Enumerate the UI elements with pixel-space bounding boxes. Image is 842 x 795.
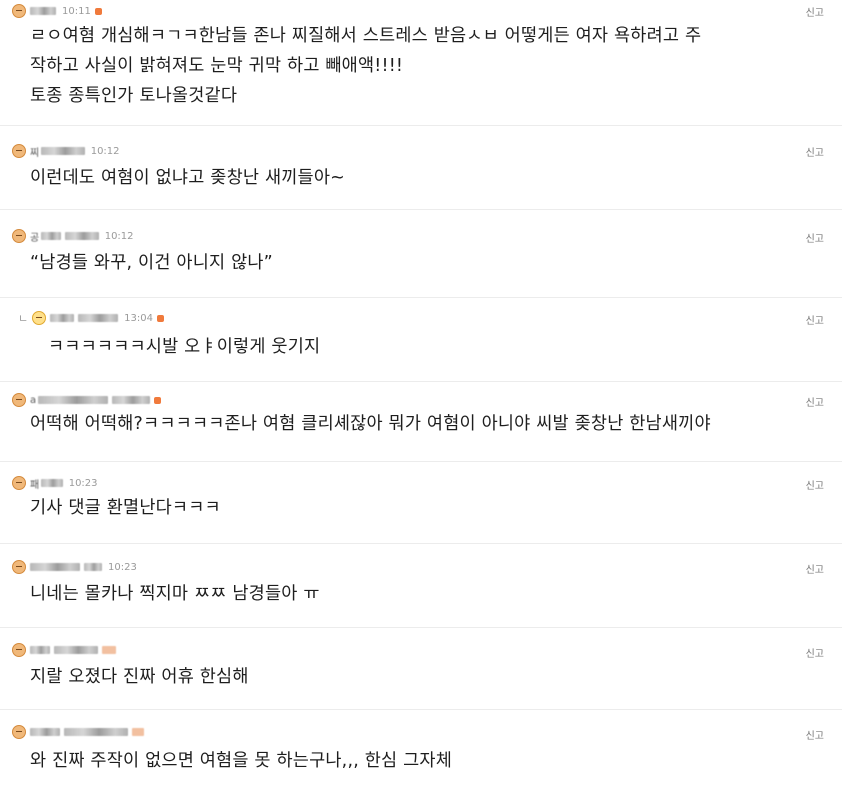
comment-meta: 패 10:23 (12, 475, 102, 491)
avatar (12, 725, 26, 739)
blurred-nickname (50, 314, 75, 322)
blurred-nickname (30, 563, 80, 571)
blurred-nickname (40, 147, 85, 155)
comment-text: ㅋㅋㅋㅋㅋㅋ시발 오ㅑ이렇게 웃기지 (48, 337, 321, 357)
comment-text: 지랄 오졌다 진짜 어휴 한심해 (30, 667, 249, 687)
comment-item: a 신고 어떡해 어떡해?ㅋㅋㅋㅋㅋ존나 여혐 클리셰잖아 뭐가 여혐이 아니야… (0, 382, 842, 462)
comment-text: 와 진짜 주작이 없으면 여혐을 못 하는구나,,, 한심 그자체 (30, 751, 452, 771)
comment-text: ㄹㅇ여혐 개심해ㅋㄱㅋ한남들 존나 찌질해서 스트레스 받음ㅅㅂ 어떻게든 여자… (30, 26, 702, 106)
blurred-nickname (40, 479, 63, 487)
comment-nickname: 찌 (30, 147, 39, 159)
comment-nickname: 패 (30, 479, 39, 491)
report-button[interactable]: 신고 (806, 561, 824, 576)
comment-text: 기사 댓글 환멸난다ㅋㅋㅋ (30, 498, 221, 518)
blurred-nickname (30, 728, 60, 736)
comment-time: 10:12 (90, 145, 120, 157)
comment-time: 10:12 (104, 230, 134, 242)
comment-item: 10:23 신고 니네는 몰카나 찍지마 ㅉㅉ 남경들아 ㅠ (0, 544, 842, 628)
comment-text: 어떡해 어떡해?ㅋㅋㅋㅋㅋ존나 여혐 클리셰잖아 뭐가 여혐이 아니야 씨발 좆… (30, 414, 711, 434)
blurred-nickname (78, 314, 119, 322)
blurred-nickname (40, 232, 61, 240)
comment-nickname: a (30, 394, 36, 406)
comment-nickname: 공 (30, 232, 39, 244)
comment-item: 10:11 신고 ㄹㅇ여혐 개심해ㅋㄱㅋ한남들 존나 찌질해서 스트레스 받음ㅅ… (0, 0, 842, 126)
avatar (12, 229, 26, 243)
report-button[interactable]: 신고 (806, 727, 824, 742)
comment-item: ㄴ 13:04 신고 ㅋㅋㅋㅋㅋㅋ시발 오ㅑ이렇게 웃기지 (0, 298, 842, 382)
comment-time: 10:23 (68, 477, 98, 489)
comment-item: 신고 와 진짜 주작이 없으면 여혐을 못 하는구나,,, 한심 그자체 (0, 710, 842, 795)
comment-item: 찌 10:12 신고 이런데도 여혐이 없냐고 좆창난 새끼들아~ (0, 126, 842, 210)
comment-time: 10:23 (108, 561, 137, 573)
blurred-nickname (84, 563, 102, 571)
comment-text: 이런데도 여혐이 없냐고 좆창난 새끼들아~ (30, 168, 346, 188)
badge-icon (156, 314, 164, 322)
comment-meta (12, 724, 148, 740)
blurred-nickname (37, 396, 108, 404)
report-button[interactable]: 신고 (806, 144, 824, 159)
blurred-nickname (102, 646, 116, 654)
report-button[interactable]: 신고 (806, 645, 824, 660)
blurred-nickname (30, 7, 56, 15)
blurred-nickname (64, 728, 128, 736)
comment-meta: a (12, 392, 161, 408)
badge-icon (94, 7, 102, 15)
avatar (12, 144, 26, 158)
blurred-nickname (54, 646, 98, 654)
comment-meta: 10:11 (12, 3, 102, 19)
avatar (12, 4, 26, 18)
avatar (32, 311, 47, 325)
comment-text: “남경들 와꾸, 이건 아니지 않나” (30, 253, 273, 273)
avatar (12, 476, 26, 490)
report-button[interactable]: 신고 (806, 230, 824, 245)
avatar (12, 643, 26, 657)
comment-meta: 공 10:12 (12, 228, 138, 244)
blurred-nickname (111, 396, 150, 404)
comment-time: 10:11 (62, 5, 91, 17)
comment-meta: 10:23 (12, 559, 141, 575)
report-button[interactable]: 신고 (806, 477, 824, 492)
comment-item: 패 10:23 신고 기사 댓글 환멸난다ㅋㅋㅋ (0, 462, 842, 544)
comment-time: 13:04 (124, 312, 153, 324)
avatar (12, 393, 26, 407)
avatar (12, 560, 26, 574)
badge-icon (153, 396, 161, 404)
comment-meta (12, 642, 120, 658)
comment-item: 공 10:12 신고 “남경들 와꾸, 이건 아니지 않나” (0, 210, 842, 298)
report-button[interactable]: 신고 (806, 394, 824, 409)
report-button[interactable]: 신고 (806, 312, 824, 327)
blurred-nickname (132, 728, 144, 736)
comment-text: 니네는 몰카나 찍지마 ㅉㅉ 남경들아 ㅠ (30, 584, 320, 604)
comment-meta: 찌 10:12 (12, 143, 124, 159)
blurred-nickname (30, 646, 50, 654)
report-button[interactable]: 신고 (806, 4, 824, 19)
comment-meta: ㄴ 13:04 (18, 310, 164, 326)
comment-item: 신고 지랄 오졌다 진짜 어휴 한심해 (0, 628, 842, 710)
blurred-nickname (64, 232, 99, 240)
reply-marker: ㄴ (18, 312, 29, 325)
